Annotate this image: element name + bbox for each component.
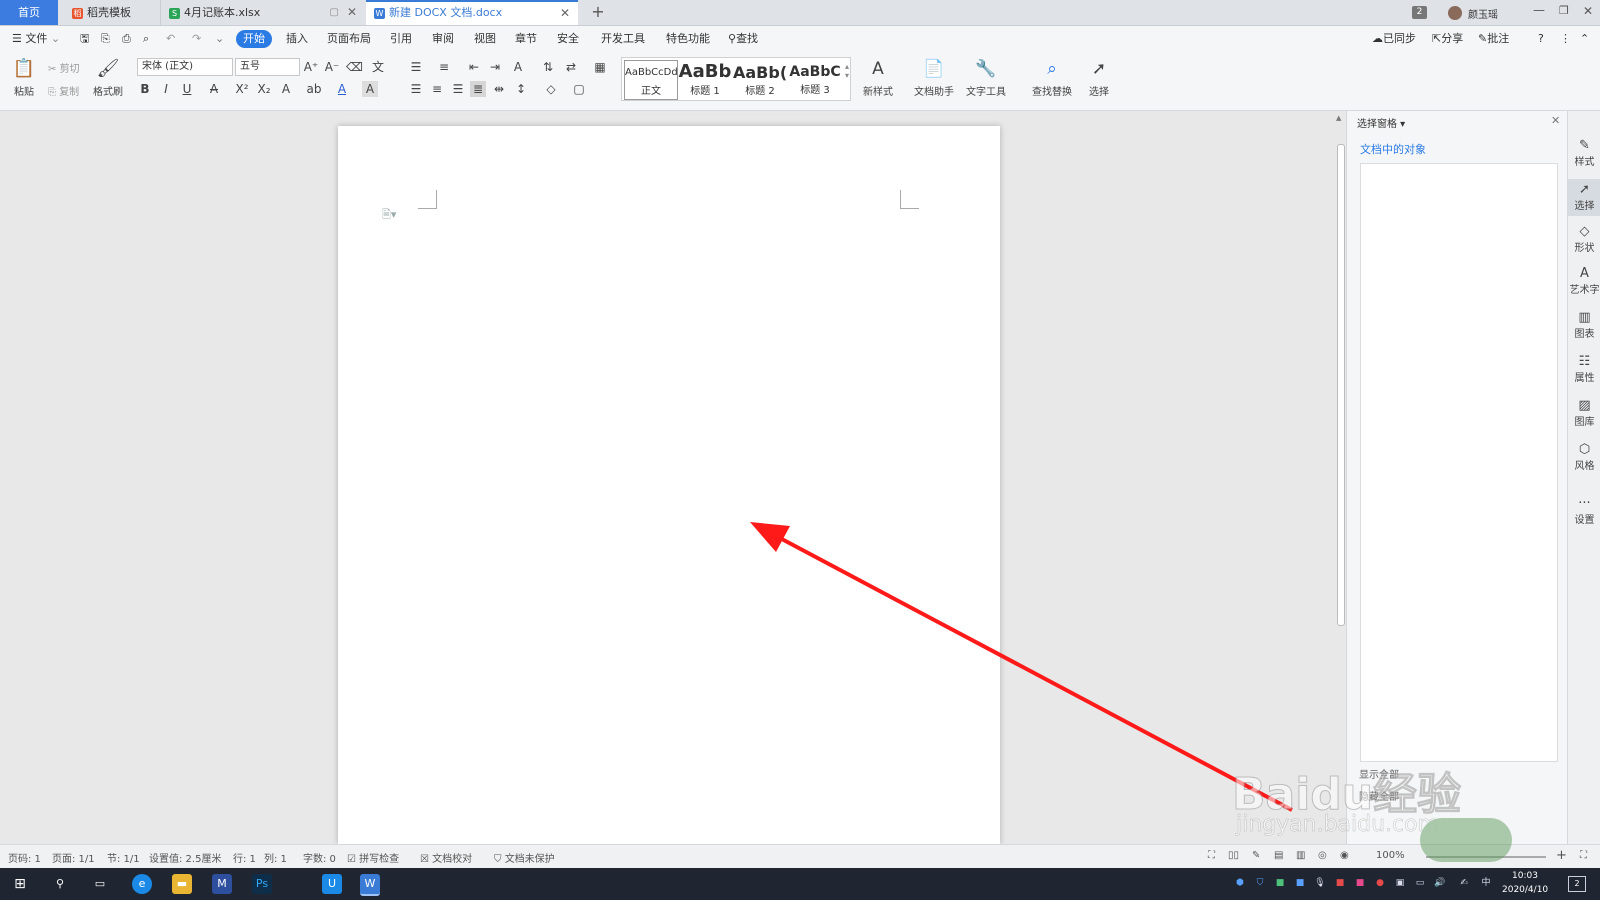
task-sidebar: ✎ 样式 ➚ 选择 ◇ 形状 A 艺术字 ▥ 图表 ☷ 属性 ▨ 图库 ⬡ 风格 ··· 设置 bbox=[1567, 111, 1600, 844]
fit-page-icon[interactable]: ⛶ bbox=[1580, 850, 1587, 861]
sidebar-item-styles[interactable]: ✎ 样式 bbox=[1568, 138, 1600, 169]
watermark-badge bbox=[1420, 818, 1512, 862]
windows-taskbar: ⊞ ⚲ ▭ e ▬ M Ps U W ⬢ ⛉ ■ ■ 🎙 ■ ■ ● ▣ ▭ 🔊… bbox=[0, 868, 1600, 900]
status-words[interactable]: 字数: 0 bbox=[303, 850, 336, 865]
sidebar-item-settings[interactable]: ··· 设置 bbox=[1568, 496, 1600, 527]
sidebar-label: 艺术字 bbox=[1569, 285, 1600, 296]
status-section[interactable]: 节: 1/1 bbox=[107, 850, 140, 865]
volume-icon[interactable]: 🔊 bbox=[1434, 877, 1446, 889]
browser-icon[interactable]: e bbox=[132, 874, 152, 894]
sidebar-label: 形状 bbox=[1574, 243, 1595, 254]
reading-mode-icon[interactable]: ▯▯ bbox=[1228, 850, 1239, 861]
app-icon[interactable]: M bbox=[212, 874, 232, 894]
pen-icon[interactable]: ✍ bbox=[1458, 877, 1470, 889]
sliders-icon: ☷ bbox=[1578, 354, 1591, 369]
tray-shield-icon[interactable]: ⛉ bbox=[1254, 877, 1266, 889]
theme-icon: ⬡ bbox=[1578, 442, 1591, 457]
status-col[interactable]: 列: 1 bbox=[264, 850, 287, 865]
spell-check-button[interactable]: ☑ 拼写检查 bbox=[347, 850, 399, 865]
pen-icon: ✎ bbox=[1579, 138, 1590, 153]
clock-date[interactable]: 2020/4/10 bbox=[1502, 885, 1548, 895]
outline-view-icon[interactable]: ▥ bbox=[1296, 850, 1305, 861]
zoom-level[interactable]: 100% bbox=[1376, 850, 1405, 861]
sidebar-item-select[interactable]: ➚ 选择 bbox=[1568, 179, 1600, 216]
sidebar-item-chart[interactable]: ▥ 图表 bbox=[1568, 310, 1600, 341]
sidebar-item-gallery[interactable]: ▨ 图库 bbox=[1568, 398, 1600, 429]
status-bar: 页码: 1 页面: 1/1 节: 1/1 设置值: 2.5厘米 行: 1 列: … bbox=[0, 844, 1600, 869]
search-icon[interactable]: ⚲ bbox=[50, 874, 70, 894]
wps-writer-icon[interactable]: W bbox=[360, 874, 380, 896]
dots-icon: ··· bbox=[1578, 496, 1591, 511]
status-row[interactable]: 行: 1 bbox=[233, 850, 256, 865]
proofread-icon: ☒ bbox=[420, 854, 433, 865]
clock-time[interactable]: 10:03 bbox=[1512, 871, 1538, 881]
sidebar-label: 设置 bbox=[1574, 515, 1595, 526]
baidu-watermark: Baidu经验 jingyan.baidu.com bbox=[1231, 730, 1532, 862]
tray-app-icon[interactable]: ▣ bbox=[1394, 877, 1406, 889]
network-icon[interactable]: ▭ bbox=[1414, 877, 1426, 889]
task-view-icon[interactable]: ▭ bbox=[90, 874, 110, 894]
sidebar-item-properties[interactable]: ☷ 属性 bbox=[1568, 354, 1600, 385]
spell-check-icon: ☑ bbox=[347, 854, 360, 865]
tray-app-icon[interactable]: ■ bbox=[1274, 877, 1286, 889]
store-icon[interactable]: U bbox=[322, 874, 342, 894]
wordart-icon: A bbox=[1580, 266, 1589, 281]
tray-icon[interactable]: ⬢ bbox=[1234, 877, 1246, 889]
spell-check-label: 拼写检查 bbox=[359, 854, 400, 865]
sidebar-label: 图表 bbox=[1574, 329, 1595, 340]
photoshop-icon[interactable]: Ps bbox=[252, 874, 272, 894]
eye-protect-icon[interactable]: ◉ bbox=[1340, 850, 1349, 861]
edit-mode-icon[interactable]: ✎ bbox=[1252, 850, 1260, 861]
web-view-icon[interactable]: ◎ bbox=[1318, 850, 1327, 861]
tray-app-icon[interactable]: ■ bbox=[1294, 877, 1306, 889]
sidebar-label: 样式 bbox=[1574, 157, 1595, 168]
selection-pane-title[interactable]: 选择窗格 ▾ bbox=[1357, 115, 1405, 130]
sidebar-item-wordart[interactable]: A 艺术字 bbox=[1568, 266, 1600, 297]
cursor-icon: ➚ bbox=[1579, 182, 1590, 197]
image-icon: ▨ bbox=[1578, 398, 1591, 413]
status-page-no[interactable]: 页码: 1 bbox=[8, 850, 41, 865]
fullscreen-icon[interactable]: ⛶ bbox=[1208, 850, 1215, 861]
sidebar-label: 属性 bbox=[1574, 373, 1595, 384]
chart-icon: ▥ bbox=[1578, 310, 1591, 325]
file-explorer-icon[interactable]: ▬ bbox=[172, 874, 192, 894]
page-view-icon[interactable]: ▤ bbox=[1274, 850, 1283, 861]
windows-start-icon[interactable]: ⊞ bbox=[10, 874, 30, 894]
sidebar-label: 选择 bbox=[1574, 201, 1595, 212]
selection-pane-title-text: 选择窗格 bbox=[1357, 119, 1397, 130]
protect-button[interactable]: ⛉ 文档未保护 bbox=[494, 850, 555, 865]
objects-list[interactable] bbox=[1360, 163, 1558, 762]
status-setting[interactable]: 设置值: 2.5厘米 bbox=[149, 850, 221, 865]
sidebar-label: 图库 bbox=[1574, 417, 1595, 428]
tray-app-icon[interactable]: ■ bbox=[1334, 877, 1346, 889]
watermark-url: jingyan.baidu.com bbox=[1236, 812, 1440, 838]
sidebar-item-shapes[interactable]: ◇ 形状 bbox=[1568, 224, 1600, 255]
sidebar-item-theme[interactable]: ⬡ 风格 bbox=[1568, 442, 1600, 473]
sidebar-label: 风格 bbox=[1574, 461, 1595, 472]
ime-indicator[interactable]: 中 bbox=[1480, 877, 1492, 889]
status-pages[interactable]: 页面: 1/1 bbox=[52, 850, 95, 865]
protect-label: 文档未保护 bbox=[504, 854, 555, 865]
proofread-button[interactable]: ☒ 文档校对 bbox=[420, 850, 472, 865]
zoom-in-icon[interactable]: + bbox=[1556, 848, 1567, 863]
shapes-icon: ◇ bbox=[1579, 224, 1590, 239]
record-icon[interactable]: ● bbox=[1374, 877, 1386, 889]
shield-icon: ⛉ bbox=[494, 854, 505, 865]
proofread-label: 文档校对 bbox=[432, 854, 473, 865]
tray-app-icon[interactable]: ■ bbox=[1354, 877, 1366, 889]
microphone-icon[interactable]: 🎙 bbox=[1314, 877, 1326, 889]
objects-heading: 文档中的对象 bbox=[1360, 143, 1426, 156]
close-icon[interactable]: ✕ bbox=[1551, 114, 1560, 127]
notification-button[interactable]: 2 bbox=[1568, 876, 1586, 892]
